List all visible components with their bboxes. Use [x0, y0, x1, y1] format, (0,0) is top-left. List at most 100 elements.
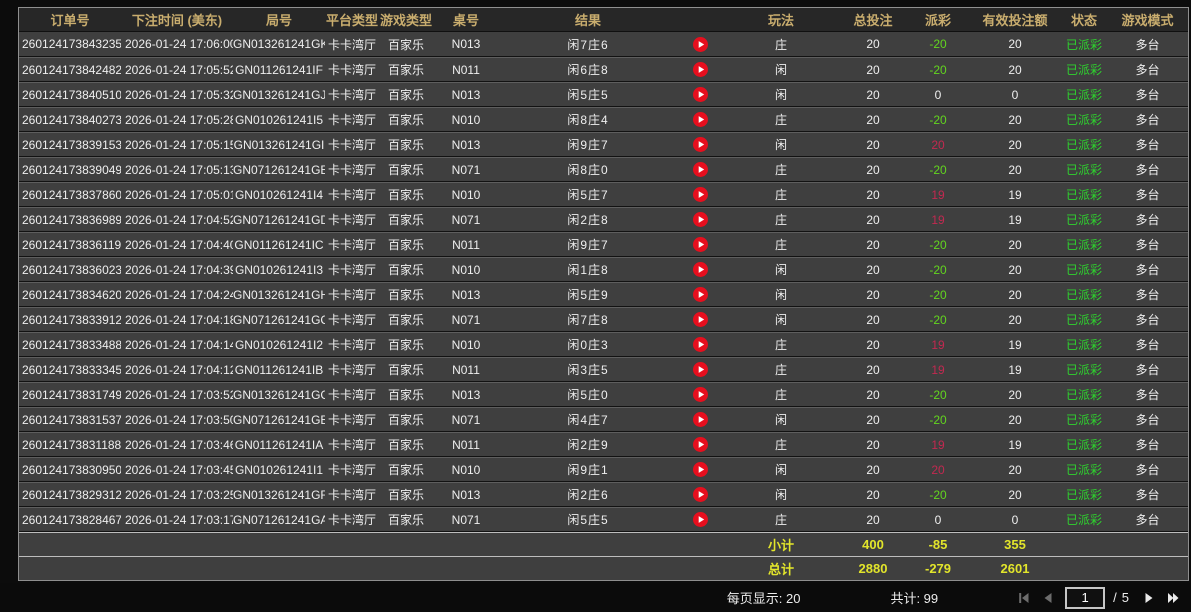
cell-total-bet: 20	[839, 132, 907, 157]
play-icon[interactable]	[692, 287, 708, 303]
cell-valid-bet: 20	[969, 132, 1061, 157]
cell-result: 闲6庄8	[499, 57, 677, 82]
play-icon[interactable]	[692, 487, 708, 503]
play-icon[interactable]	[692, 36, 708, 52]
first-page-icon[interactable]	[1015, 590, 1033, 606]
col-header-bet-time: 下注时间 (美东)	[121, 8, 233, 32]
play-icon[interactable]	[692, 237, 708, 253]
play-icon[interactable]	[692, 212, 708, 228]
cell-game-type: 百家乐	[379, 57, 433, 82]
play-icon[interactable]	[692, 387, 708, 403]
cell-mode: 多台	[1107, 407, 1188, 432]
col-header-game-type: 游戏类型	[379, 8, 433, 32]
cell-side: 庄	[723, 207, 839, 232]
cell-round: GN011261241IF	[233, 57, 325, 82]
cell-mode: 多台	[1107, 32, 1188, 57]
subtotal-row: 小计 400 -85 355	[19, 532, 1188, 556]
cell-order: 260124173829312	[19, 482, 121, 507]
cell-status: 已派彩	[1061, 457, 1107, 482]
cell-mode: 多台	[1107, 382, 1188, 407]
cell-payout: 19	[907, 432, 969, 457]
cell-game-type: 百家乐	[379, 507, 433, 532]
cell-mode: 多台	[1107, 457, 1188, 482]
cell-round: GN071261241GD	[233, 207, 325, 232]
cell-time: 2026-01-24 17:03:45	[121, 457, 233, 482]
per-page-label: 每页显示: 20	[726, 591, 801, 606]
cell-payout: -20	[907, 282, 969, 307]
play-icon[interactable]	[692, 512, 708, 528]
cell-side: 庄	[723, 432, 839, 457]
cell-result: 闲5庄5	[499, 82, 677, 107]
cell-payout: -20	[907, 382, 969, 407]
prev-page-icon[interactable]	[1039, 590, 1057, 606]
play-icon[interactable]	[692, 112, 708, 128]
cell-valid-bet: 0	[969, 82, 1061, 107]
cell-time: 2026-01-24 17:04:14	[121, 332, 233, 357]
cell-status: 已派彩	[1061, 407, 1107, 432]
play-icon[interactable]	[692, 262, 708, 278]
cell-game-type: 百家乐	[379, 407, 433, 432]
cell-result: 闲7庄8	[499, 307, 677, 332]
cell-table-no: N071	[433, 407, 499, 432]
cell-payout: -20	[907, 307, 969, 332]
cell-game-type: 百家乐	[379, 107, 433, 132]
cell-result: 闲9庄7	[499, 232, 677, 257]
play-icon[interactable]	[692, 462, 708, 478]
play-icon[interactable]	[692, 337, 708, 353]
cell-platform: 卡卡湾厅	[325, 132, 379, 157]
play-icon[interactable]	[692, 312, 708, 328]
cell-round: GN071261241GB	[233, 407, 325, 432]
cell-platform: 卡卡湾厅	[325, 332, 379, 357]
cell-order: 260124173834620	[19, 282, 121, 307]
cell-game-type: 百家乐	[379, 32, 433, 57]
cell-platform: 卡卡湾厅	[325, 382, 379, 407]
cell-table-no: N013	[433, 132, 499, 157]
cell-mode: 多台	[1107, 282, 1188, 307]
cell-status: 已派彩	[1061, 57, 1107, 82]
cell-side: 闲	[723, 257, 839, 282]
cell-round: GN010261241I5	[233, 107, 325, 132]
subtotal-payout: -85	[907, 532, 969, 556]
cell-icon	[677, 332, 723, 357]
cell-valid-bet: 19	[969, 332, 1061, 357]
cell-platform: 卡卡湾厅	[325, 107, 379, 132]
cell-status: 已派彩	[1061, 207, 1107, 232]
play-icon[interactable]	[692, 62, 708, 78]
cell-round: GN013261241GH	[233, 282, 325, 307]
cell-time: 2026-01-24 17:04:39	[121, 257, 233, 282]
cell-side: 庄	[723, 332, 839, 357]
cell-total-bet: 20	[839, 407, 907, 432]
last-page-icon[interactable]	[1164, 590, 1182, 606]
cell-table-no: N011	[433, 57, 499, 82]
bet-record-row: 260124173833345 2026-01-24 17:04:12 GN0112…	[19, 357, 1188, 382]
cell-order: 260124173837860	[19, 182, 121, 207]
play-icon[interactable]	[692, 412, 708, 428]
cell-valid-bet: 19	[969, 432, 1061, 457]
play-icon[interactable]	[692, 137, 708, 153]
cell-round: GN010261241I2	[233, 332, 325, 357]
play-icon[interactable]	[692, 87, 708, 103]
cell-mode: 多台	[1107, 157, 1188, 182]
next-page-icon[interactable]	[1140, 590, 1158, 606]
cell-icon	[677, 307, 723, 332]
cell-round: GN071261241GC	[233, 307, 325, 332]
play-icon[interactable]	[692, 437, 708, 453]
play-icon[interactable]	[692, 187, 708, 203]
cell-total-bet: 20	[839, 232, 907, 257]
cell-payout: -20	[907, 407, 969, 432]
play-icon[interactable]	[692, 362, 708, 378]
col-header-total-bet: 总投注	[839, 8, 907, 32]
cell-total-bet: 20	[839, 107, 907, 132]
cell-icon	[677, 232, 723, 257]
page-number-input[interactable]	[1065, 586, 1106, 609]
cell-result: 闲2庄8	[499, 207, 677, 232]
play-icon[interactable]	[692, 162, 708, 178]
cell-time: 2026-01-24 17:03:46	[121, 432, 233, 457]
bet-record-row: 260124173840510 2026-01-24 17:05:32 GN0132…	[19, 82, 1188, 107]
bet-record-row: 260124173837860 2026-01-24 17:05:01 GN0102…	[19, 182, 1188, 207]
cell-result: 闲5庄9	[499, 282, 677, 307]
cell-side: 庄	[723, 357, 839, 382]
cell-icon	[677, 282, 723, 307]
cell-mode: 多台	[1107, 307, 1188, 332]
cell-side: 庄	[723, 107, 839, 132]
